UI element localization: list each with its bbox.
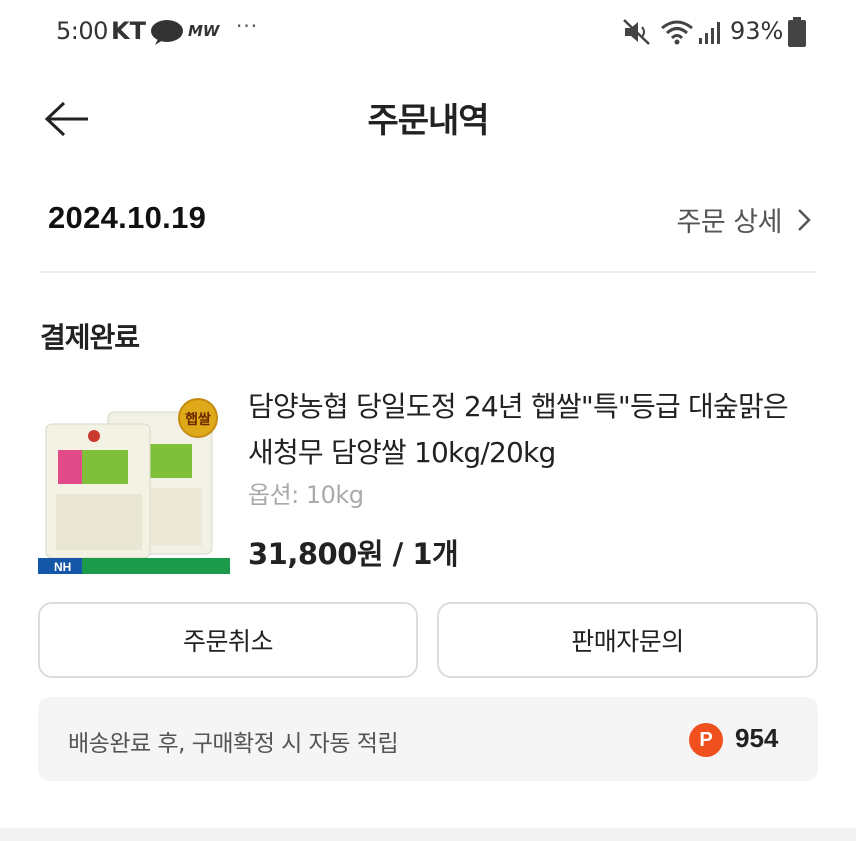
divider (40, 271, 817, 273)
points-box: 배송완료 후, 구매확정 시 자동 적립 P 954 (38, 697, 818, 781)
talk-icon (151, 20, 183, 45)
product-image-brand: NH (54, 560, 71, 574)
seller-inquiry-button[interactable]: 판매자문의 (437, 602, 818, 678)
product-image[interactable]: 햅쌀 NH (38, 396, 230, 574)
points-icon: P (689, 723, 723, 757)
order-date: 2024.10.19 (48, 200, 207, 235)
bottom-separator (0, 828, 856, 841)
signal-icon (699, 22, 720, 44)
battery-percent: 93% (730, 17, 784, 45)
points-value: 954 (735, 723, 779, 753)
order-detail-link[interactable]: 주문 상세 (677, 200, 812, 239)
order-status: 결제완료 (40, 321, 140, 354)
product-image-badge: 햅쌀 (185, 411, 211, 428)
product-name[interactable]: 담양농협 당일도정 24년 햅쌀"특"등급 대숲맑은 새청무 담양쌀 10kg/… (248, 384, 818, 476)
wifi-icon (661, 20, 693, 45)
status-time: 5:00 (56, 17, 108, 45)
order-detail-label: 주문 상세 (676, 207, 783, 238)
status-more-dots: ··· (236, 14, 259, 38)
mute-icon (623, 19, 650, 45)
product-option: 옵션: 10kg (248, 481, 364, 509)
page-title: 주문내역 (367, 101, 489, 141)
product-price: 31,800원 / 1개 (248, 537, 459, 571)
status-carrier: KT (111, 17, 146, 45)
points-description: 배송완료 후, 구매확정 시 자동 적립 (68, 731, 399, 757)
battery-icon (788, 17, 806, 47)
status-extra-label: MW (188, 22, 220, 40)
status-bar: 5:00 KT MW ··· 93% (0, 0, 856, 64)
cancel-order-button[interactable]: 주문취소 (38, 602, 418, 678)
chevron-right-icon (798, 208, 811, 231)
